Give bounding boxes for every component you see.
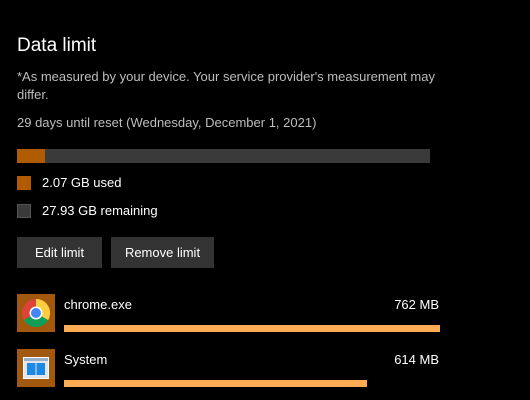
reset-countdown: 29 days until reset (Wednesday, December… <box>17 115 317 130</box>
app-name: System <box>64 352 108 367</box>
system-window-icon <box>17 349 55 387</box>
used-amount: 2.07 GB used <box>42 175 122 190</box>
remaining-amount: 27.93 GB remaining <box>42 203 158 218</box>
app-data-size: 762 MB <box>394 297 439 312</box>
app-name: chrome.exe <box>64 297 132 312</box>
chrome-icon <box>17 294 55 332</box>
legend-used: 2.07 GB used <box>17 175 122 190</box>
data-limit-heading: Data limit <box>17 35 97 56</box>
app-usage-bar <box>64 325 440 332</box>
data-usage-page: Data limit *As measured by your device. … <box>0 0 530 400</box>
data-usage-bar <box>17 149 430 163</box>
remaining-swatch <box>17 203 31 218</box>
app-usage-row[interactable]: System 614 MB <box>17 349 442 397</box>
measurement-disclaimer: *As measured by your device. Your servic… <box>17 69 435 102</box>
edit-limit-button[interactable]: Edit limit <box>17 237 102 268</box>
app-usage-row[interactable]: chrome.exe 762 MB <box>17 294 442 342</box>
data-usage-bar-fill <box>17 149 46 163</box>
legend-remaining: 27.93 GB remaining <box>17 203 158 218</box>
app-usage-bar <box>64 380 440 387</box>
remove-limit-button[interactable]: Remove limit <box>111 237 214 268</box>
app-usage-bar-fill <box>64 325 440 332</box>
app-data-size: 614 MB <box>394 352 439 367</box>
used-swatch <box>17 175 31 190</box>
app-usage-bar-fill <box>64 380 368 387</box>
